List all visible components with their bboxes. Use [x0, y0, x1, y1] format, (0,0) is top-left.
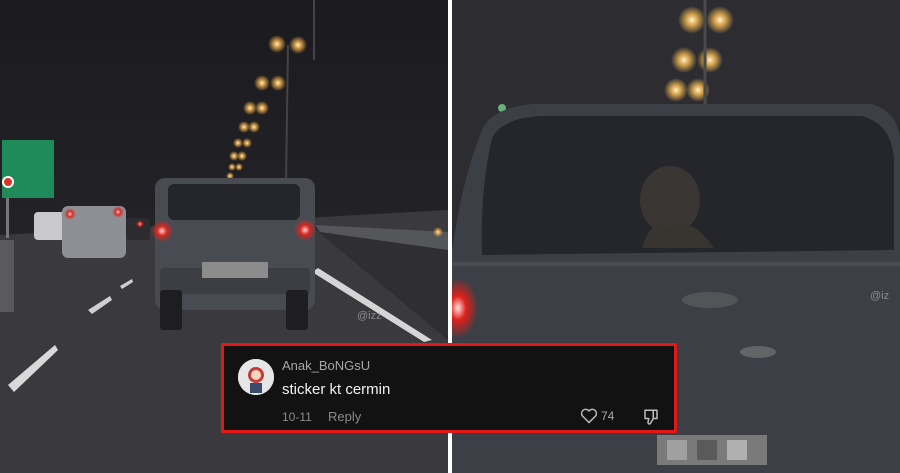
comment-text: sticker kt cermin [282, 381, 391, 398]
thumbs-down-icon [644, 409, 658, 425]
comment-card: Anak_BoNGsU sticker kt cermin 10-11 Repl… [221, 343, 677, 433]
like-button[interactable]: 74 [580, 408, 614, 424]
left-watermark: @izz [357, 310, 382, 322]
avatar[interactable] [238, 359, 274, 395]
comment-username[interactable]: Anak_BoNGsU [282, 358, 370, 373]
heart-icon [580, 408, 598, 424]
like-count: 74 [601, 409, 615, 423]
right-watermark: @iz [870, 290, 890, 302]
dislike-button[interactable] [642, 408, 660, 426]
reply-button[interactable]: Reply [328, 409, 361, 424]
avatar-image [238, 359, 274, 395]
comment-date: 10-11 [282, 410, 312, 424]
